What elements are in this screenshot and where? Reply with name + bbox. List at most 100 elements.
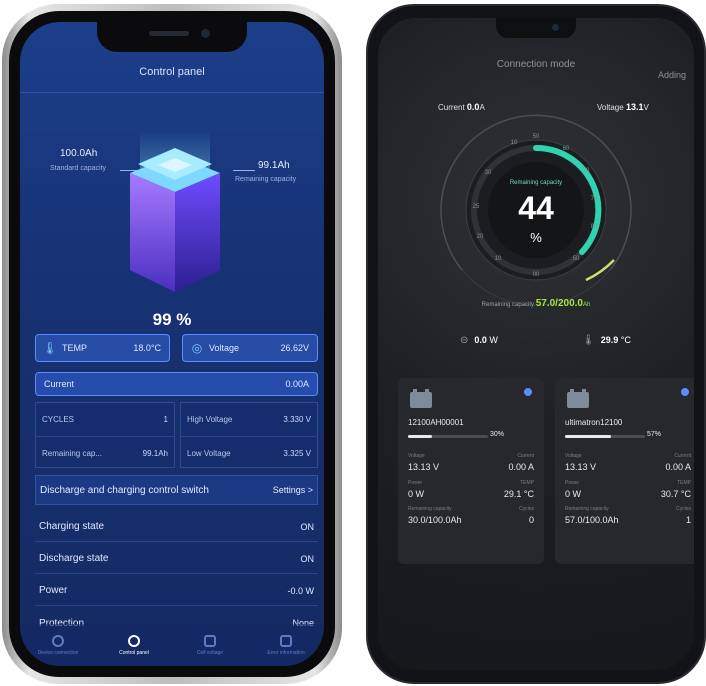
remaining-cap-row: Remaining cap... 99.1Ah xyxy=(36,436,174,469)
voltage-value: 26.62V xyxy=(280,343,309,353)
composite-screenshot: Control panel 100.0Ah Standard capacity … xyxy=(0,0,706,686)
voltage-label: Voltage xyxy=(408,453,425,459)
battery-card[interactable]: ultimatron12100 57% Voltage Current 13.13… xyxy=(555,378,694,564)
voltage-tile: ◎ Voltage 26.62V xyxy=(182,334,318,362)
card-row-values: 0 W 30.7 °C xyxy=(565,489,691,499)
tab-error-information[interactable]: Error information xyxy=(248,624,324,666)
high-voltage-label: High Voltage xyxy=(187,415,233,424)
gauge-unit: % xyxy=(530,230,542,245)
low-voltage-label: Low Voltage xyxy=(187,448,231,458)
card-row-labels: Voltage Current xyxy=(565,453,691,459)
remaining-cap-value: 99.1Ah xyxy=(142,448,168,458)
cycles-value: 0 xyxy=(528,515,534,525)
right-notch xyxy=(496,18,576,38)
cycles-value: 1 xyxy=(685,515,691,525)
gauge-value: 44 xyxy=(518,190,554,226)
charge-bar-fill xyxy=(565,435,611,438)
gauge-tick-label: 30 xyxy=(485,170,492,176)
charge-percent: 30% xyxy=(489,431,504,438)
cycles-label: Cycles xyxy=(518,506,534,512)
remaining-capacity-label: Remaining capacity xyxy=(565,506,609,512)
cycles-value: 1 xyxy=(163,415,168,424)
tab-cell-voltage[interactable]: Cell voltage xyxy=(172,624,248,666)
battery-icon xyxy=(567,389,589,408)
gauge-tick-label: 60 xyxy=(563,146,570,152)
page-title: Control panel xyxy=(139,66,205,78)
current-value: 0.00A xyxy=(285,379,309,389)
leader-line-right xyxy=(233,170,255,171)
card-row-values: 13.13 V 0.00 A xyxy=(408,462,534,472)
charge-bar xyxy=(565,435,645,438)
card-row-values: 13.13 V 0.00 A xyxy=(565,462,691,472)
left-notch xyxy=(97,22,247,52)
temp-label: TEMP xyxy=(677,480,691,486)
power-icon: ⊝ xyxy=(460,335,469,346)
thermometer-icon: 🌡 xyxy=(582,335,595,346)
remaining-capacity-value: 57.0/100.0Ah xyxy=(565,515,619,525)
settings-link[interactable]: Settings > xyxy=(273,485,313,495)
tab-control-panel-label: Control panel xyxy=(119,649,149,656)
control-switch-row[interactable]: Discharge and charging control switch Se… xyxy=(35,475,318,505)
power-unit: W xyxy=(489,335,498,345)
voltage-value: 13.13 V xyxy=(408,462,440,472)
card-row-labels: Voltage Current xyxy=(408,453,534,459)
bottom-tab-bar: Device connection Control panel Cell vol… xyxy=(20,624,324,666)
card-row-labels: Power TEMP xyxy=(408,480,534,486)
power-value: 0 W xyxy=(408,489,425,499)
standard-capacity-label: Standard capacity xyxy=(50,165,107,172)
voltage-label: Voltage xyxy=(209,343,240,353)
temp-label: TEMP xyxy=(62,343,88,353)
current-label: Current xyxy=(674,453,691,459)
card-row-values: 57.0/100.0Ah 1 xyxy=(565,515,691,525)
low-voltage-row: Low Voltage 3.325 V xyxy=(181,436,317,469)
status-dot xyxy=(524,388,532,396)
gauge-tick-label: 00 xyxy=(533,272,540,278)
high-voltage-row: High Voltage 3.330 V xyxy=(181,403,317,436)
current-value: 0.00 A xyxy=(508,462,534,472)
voltage-label: Voltage xyxy=(565,453,582,459)
status-dot xyxy=(681,388,689,396)
adding-button[interactable]: Adding xyxy=(658,70,686,80)
cycles-label: Cycles xyxy=(675,506,691,512)
tab-device-connection[interactable]: Device connection xyxy=(20,624,96,666)
power-label: Power xyxy=(565,480,580,486)
tab-cell-voltage-label: Cell voltage xyxy=(196,649,224,656)
error-report-icon xyxy=(280,634,292,647)
current-value: 0.00 A xyxy=(665,462,691,472)
charging-state-row: Charging state ON xyxy=(35,512,318,542)
power-label: Power xyxy=(408,480,423,486)
right-phone-screen: Connection mode Adding Current 0.0A Volt… xyxy=(378,18,694,670)
card-row-values: 30.0/100.0Ah 0 xyxy=(408,515,534,525)
charge-bar xyxy=(408,435,488,438)
discharge-state-value: ON xyxy=(300,553,315,564)
camera-icon xyxy=(552,24,559,31)
battery-name: 12100AH00001 xyxy=(408,418,464,427)
stats-box-right: High Voltage 3.330 V Low Voltage 3.325 V xyxy=(180,402,318,468)
thermometer-icon: 🌡 xyxy=(42,341,58,355)
charging-state-value: ON xyxy=(300,521,315,532)
card-row-labels: Remaining capacity Cycles xyxy=(565,506,691,512)
charge-percent: 57% xyxy=(646,431,661,438)
discharge-state-label: Discharge state xyxy=(39,553,109,564)
tab-control-panel[interactable]: Control panel xyxy=(96,624,172,666)
temp-tile: 🌡 TEMP 18.0°C xyxy=(35,334,170,362)
battery-card[interactable]: 12100AH00001 30% Voltage Current 13.13 V 0… xyxy=(398,378,544,564)
discharge-state-row: Discharge state ON xyxy=(35,544,318,574)
remaining-capacity-value: 99.1Ah xyxy=(258,160,290,171)
left-phone-screen: Control panel 100.0Ah Standard capacity … xyxy=(20,22,324,666)
temp-value: 29.1 °C xyxy=(503,489,534,499)
remaining-capacity-label: Remaining capacity xyxy=(481,302,535,308)
right-phone-frame: Connection mode Adding Current 0.0A Volt… xyxy=(366,4,706,684)
current-label: Current xyxy=(517,453,534,459)
power-label: Power xyxy=(39,585,68,596)
document-icon xyxy=(204,634,216,647)
remaining-capacity-value: 57.0/200.0 xyxy=(535,298,583,309)
camera-icon xyxy=(201,29,210,38)
gauge-tick-label: 50 xyxy=(573,256,580,262)
power-value: 0 W xyxy=(565,489,582,499)
remaining-capacity-label: Remaining capacity xyxy=(235,176,297,183)
remaining-cap-label: Remaining cap... xyxy=(42,448,103,458)
voltage-value: 13.13 V xyxy=(565,462,597,472)
high-voltage-value: 3.330 V xyxy=(283,415,311,424)
temp-value: 29.9 xyxy=(600,335,619,345)
